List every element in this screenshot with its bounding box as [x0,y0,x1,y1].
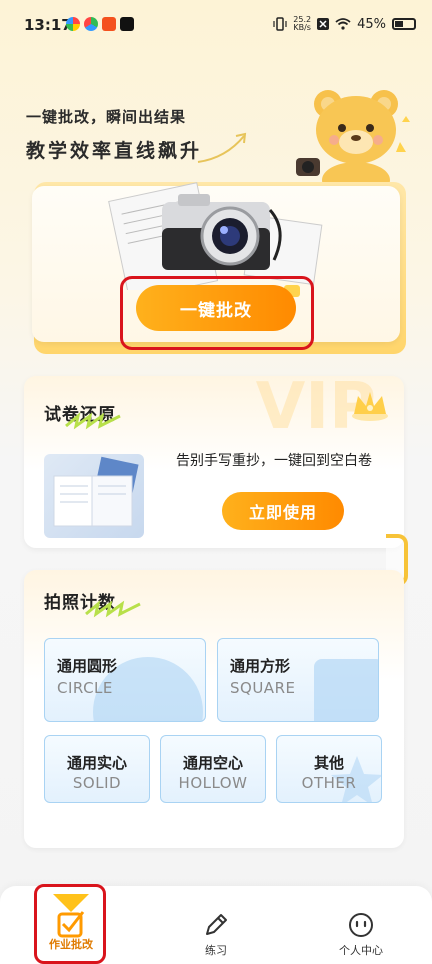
status-bar: 13:17 25.2 KB/s 45% [0,0,432,52]
book-illustration [53,456,139,527]
camera-illustration [108,182,323,290]
hero-subtitle: 一键批改，瞬间出结果 [26,108,187,126]
nav-item-profile[interactable]: 个人中心 [326,886,396,964]
vibrate-icon [273,17,287,31]
app-notification-icon [84,17,98,31]
crown-icon [352,392,388,421]
arrow-swirl-icon [197,132,247,163]
tile-label-en: SOLID [72,774,122,792]
count-tile-circle[interactable]: 通用圆形 CIRCLE [44,638,206,722]
battery-icon [392,18,416,30]
square-shape-icon [314,659,378,721]
tile-label-en: SQUARE [230,679,296,697]
count-tile-hollow[interactable]: 通用空心 HOLLOW [160,735,266,803]
face-icon [349,913,373,937]
nav-item-practice[interactable]: 练习 [183,886,249,964]
title-underline-decoration [85,600,141,618]
app-notification-icon [102,17,116,31]
status-time: 13:17 [24,16,72,34]
nav-label-profile: 个人中心 [339,944,383,957]
count-tile-solid[interactable]: 通用实心 SOLID [44,735,150,803]
pencil-icon [206,914,227,935]
title-underline-decoration [65,412,121,430]
count-tile-square[interactable]: 通用方形 SQUARE [217,638,379,722]
tile-label-cn: 其他 [313,754,344,772]
tiktok-icon [120,17,134,31]
tile-label-en: HOLLOW [178,774,248,792]
bear-mascot-icon [296,90,410,192]
scan-button-highlight [120,276,314,350]
notification-icons [66,17,134,31]
tile-label-cn: 通用空心 [182,754,243,772]
tile-label-cn: 通用圆形 [57,657,118,675]
app-notification-icon [66,17,80,31]
wifi-icon [335,18,351,30]
net-speed-unit: KB/s [293,23,311,32]
count-tile-other[interactable]: 其他 OTHER [276,735,382,803]
tile-label-en: CIRCLE [57,679,113,697]
nav-homework-highlight [34,884,106,964]
paper-restore-thumbnail [44,454,144,538]
nav-label-practice: 练习 [205,944,227,957]
battery-percent: 45% [357,16,386,32]
tile-label-en: OTHER [301,774,357,792]
sim-x-icon [317,18,330,30]
paper-restore-description: 告别手写重抄，一键回到空白卷 [176,453,372,469]
tile-label-cn: 通用实心 [66,754,127,772]
net-speed: 25.2 KB/s [293,16,311,32]
use-now-button[interactable]: 立即使用 [222,492,344,530]
hero-title: 教学效率直线飙升 [26,140,203,162]
tile-label-cn: 通用方形 [230,657,291,675]
status-right: 25.2 KB/s 45% [273,16,416,32]
